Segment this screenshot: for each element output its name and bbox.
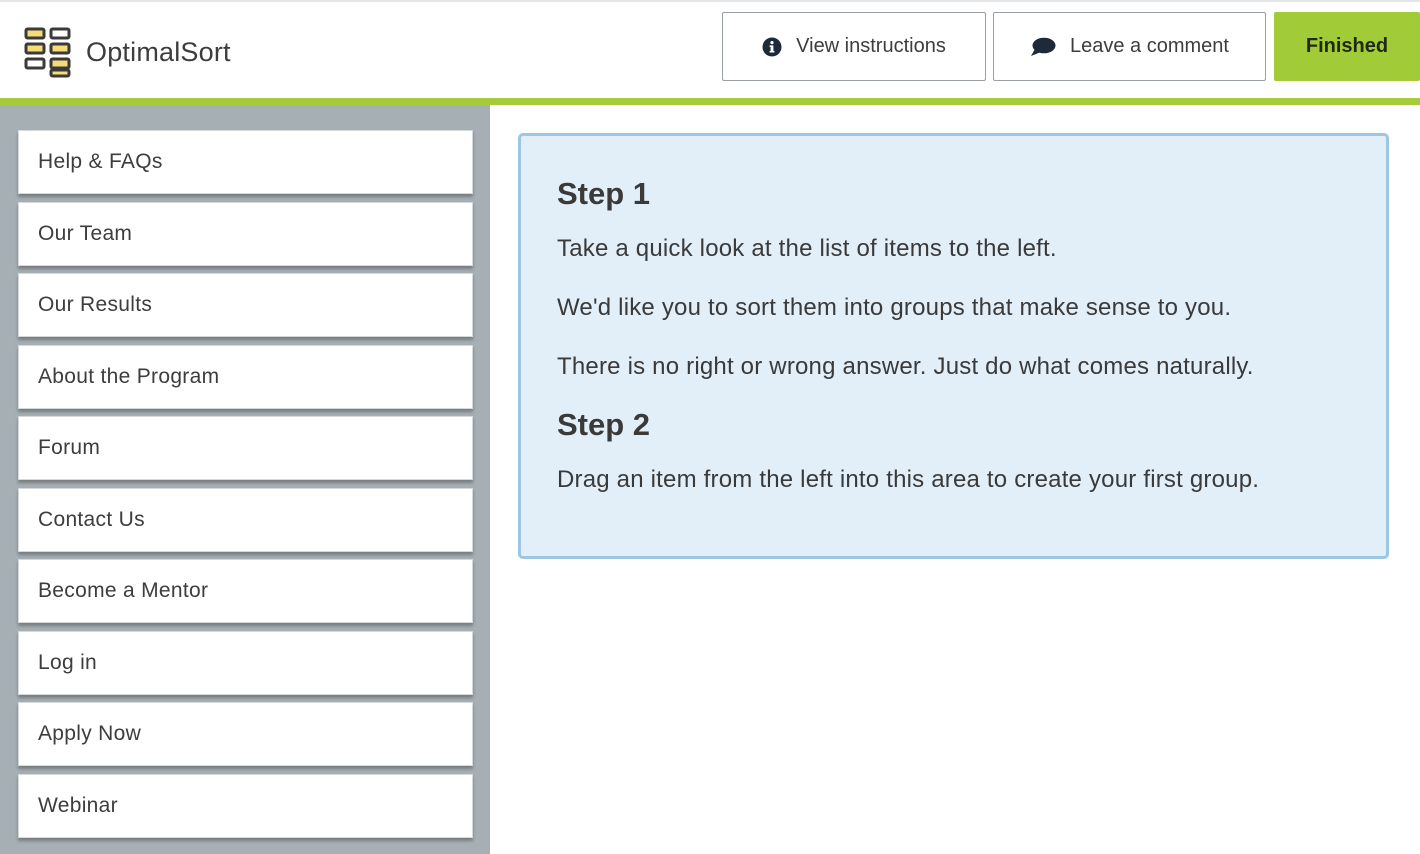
step-2-title: Step 2 xyxy=(557,407,651,442)
group-drop-zone[interactable]: Step 1 Take a quick look at the list of … xyxy=(518,133,1389,559)
optimalsort-logo-icon xyxy=(24,27,71,78)
step-1-line-2: We'd like you to sort them into groups t… xyxy=(557,294,1232,321)
top-bar: OptimalSort View instructions Leave a co… xyxy=(0,0,1420,105)
card-our-team[interactable]: Our Team xyxy=(18,202,473,266)
card-apply-now[interactable]: Apply Now xyxy=(18,702,473,766)
card-our-results[interactable]: Our Results xyxy=(18,273,473,337)
card-forum[interactable]: Forum xyxy=(18,416,473,480)
finished-button[interactable]: Finished xyxy=(1274,12,1420,81)
leave-comment-button[interactable]: Leave a comment xyxy=(993,12,1266,81)
app-logo: OptimalSort xyxy=(24,26,231,78)
app-name: OptimalSort xyxy=(86,36,231,67)
speech-bubble-icon xyxy=(1030,36,1056,58)
step-2-line-1: Drag an item from the left into this are… xyxy=(557,466,1260,493)
step-1-line-3: There is no right or wrong answer. Just … xyxy=(557,353,1254,380)
card-become-a-mentor[interactable]: Become a Mentor xyxy=(18,559,473,623)
info-icon xyxy=(762,37,782,57)
view-instructions-button[interactable]: View instructions xyxy=(722,12,986,81)
card-contact-us[interactable]: Contact Us xyxy=(18,488,473,552)
step-1-line-1: Take a quick look at the list of items t… xyxy=(557,235,1057,262)
card-list-sidebar: Help & FAQs Our Team Our Results About t… xyxy=(0,105,490,854)
card-webinar[interactable]: Webinar xyxy=(18,774,473,838)
step-1-title: Step 1 xyxy=(557,176,651,211)
card-log-in[interactable]: Log in xyxy=(18,631,473,695)
card-help-faqs[interactable]: Help & FAQs xyxy=(18,130,473,194)
leave-comment-label: Leave a comment xyxy=(1070,35,1229,57)
view-instructions-label: View instructions xyxy=(796,35,946,57)
card-about-the-program[interactable]: About the Program xyxy=(18,345,473,409)
